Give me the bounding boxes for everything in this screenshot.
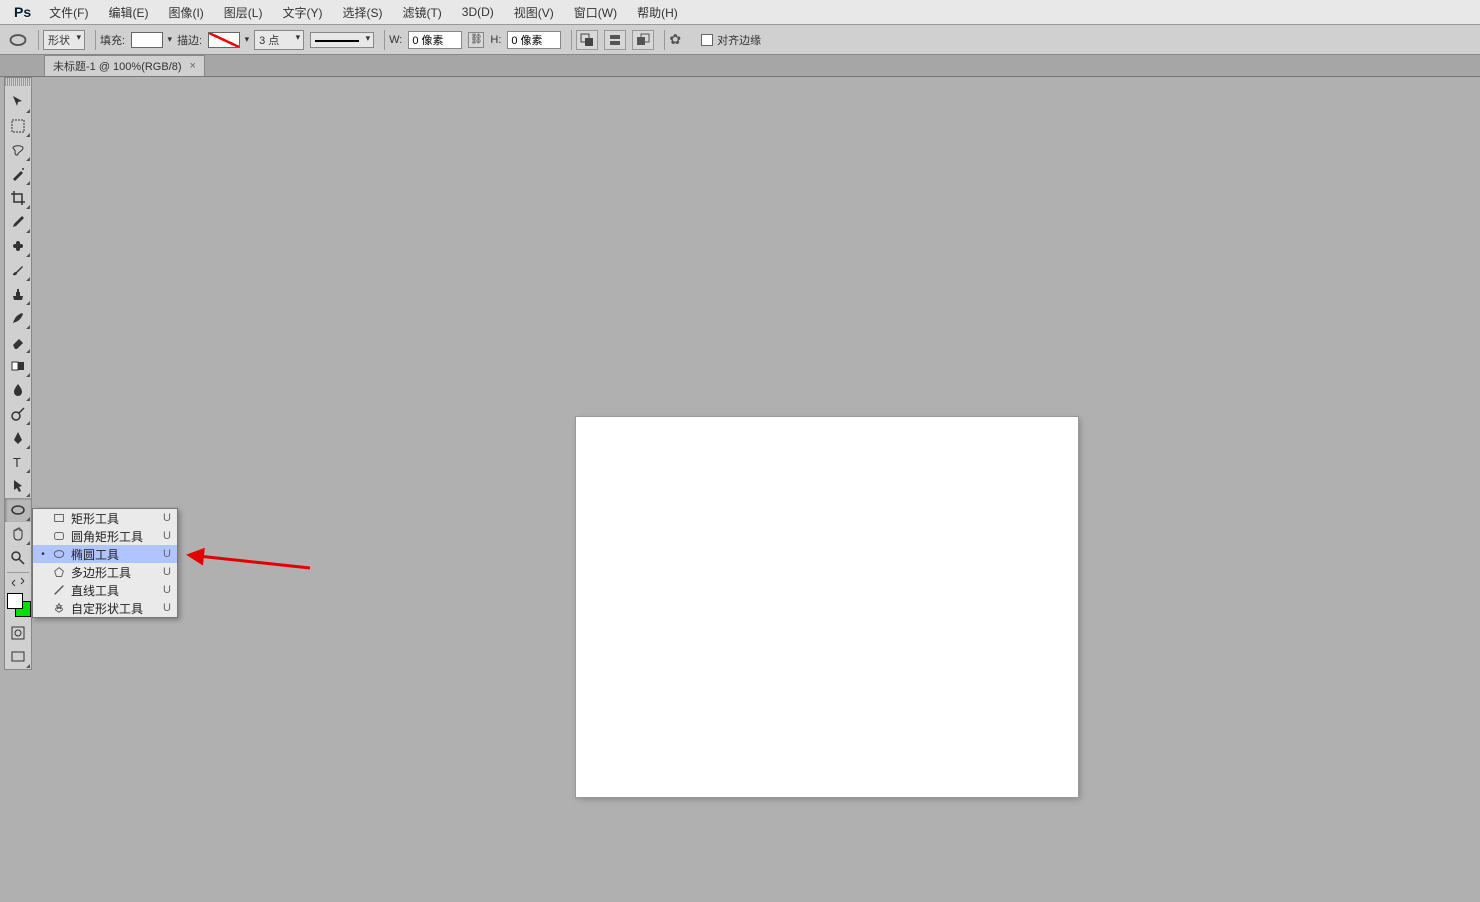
stroke-width-select[interactable]: 3 点 (254, 30, 304, 50)
shape-tool[interactable] (5, 498, 31, 522)
menu-3d[interactable]: 3D(D) (452, 1, 504, 23)
pen-tool[interactable] (5, 426, 31, 450)
flyout-shortcut: U (163, 512, 171, 524)
gear-icon[interactable]: ✿ (669, 31, 681, 48)
path-align-button[interactable] (604, 30, 626, 50)
type-tool[interactable]: T (5, 450, 31, 474)
flyout-label: 多边形工具 (71, 564, 163, 581)
crop-tool[interactable] (5, 186, 31, 210)
flyout-label: 自定形状工具 (71, 600, 163, 617)
tool-mode-select[interactable]: 形状 (43, 30, 85, 50)
flyout-item-ellipse[interactable]: • 椭圆工具U (33, 545, 177, 563)
hand-tool[interactable] (5, 522, 31, 546)
menu-file[interactable]: 文件(F) (39, 0, 98, 25)
separator (664, 30, 665, 50)
flyout-shortcut: U (163, 584, 171, 596)
color-swatches[interactable] (5, 591, 31, 621)
menu-type[interactable]: 文字(Y) (272, 0, 332, 25)
separator (38, 30, 39, 50)
zoom-tool[interactable] (5, 546, 31, 570)
healing-brush-tool[interactable] (5, 234, 31, 258)
eraser-tool[interactable] (5, 330, 31, 354)
swap-colors-icon[interactable] (5, 575, 31, 589)
current-indicator: • (39, 549, 47, 560)
menu-select[interactable]: 选择(S) (332, 0, 392, 25)
menu-layer[interactable]: 图层(L) (214, 0, 273, 25)
path-arrange-button[interactable] (632, 30, 654, 50)
quick-mask-icon[interactable] (5, 621, 31, 645)
flyout-label: 直线工具 (71, 582, 163, 599)
eyedropper-tool[interactable] (5, 210, 31, 234)
current-tool-icon (8, 30, 28, 50)
separator (95, 30, 96, 50)
custom-icon (51, 601, 67, 615)
rect-icon (51, 511, 67, 525)
document-tab[interactable]: 未标题-1 @ 100%(RGB/8) × (44, 55, 205, 76)
flyout-item-polygon[interactable]: 多边形工具U (33, 563, 177, 581)
separator (571, 30, 572, 50)
blur-tool[interactable] (5, 378, 31, 402)
flyout-item-rect[interactable]: 矩形工具U (33, 509, 177, 527)
brush-tool[interactable] (5, 258, 31, 282)
magic-wand-tool[interactable] (5, 162, 31, 186)
ellipse-icon (51, 547, 67, 561)
link-wh-icon[interactable]: ⛓ (468, 32, 484, 48)
stroke-swatch[interactable] (208, 32, 240, 48)
toolbox: T (4, 77, 32, 670)
fill-swatch[interactable] (131, 32, 163, 48)
menu-window[interactable]: 窗口(W) (564, 0, 627, 25)
flyout-item-custom[interactable]: 自定形状工具U (33, 599, 177, 617)
align-edges-label: 对齐边缘 (717, 32, 761, 48)
toolbox-grip[interactable] (5, 78, 31, 86)
polygon-icon (51, 565, 67, 579)
flyout-item-line[interactable]: 直线工具U (33, 581, 177, 599)
menu-image[interactable]: 图像(I) (158, 0, 213, 25)
document-canvas[interactable] (576, 417, 1078, 797)
flyout-shortcut: U (163, 602, 171, 614)
move-tool[interactable] (5, 90, 31, 114)
workspace (34, 77, 1480, 902)
history-brush-tool[interactable] (5, 306, 31, 330)
fill-label: 填充: (100, 32, 125, 48)
shape-tool-flyout: 矩形工具U圆角矩形工具U•椭圆工具U多边形工具U直线工具U自定形状工具U (32, 508, 178, 618)
marquee-tool[interactable] (5, 114, 31, 138)
options-bar: 形状 填充: 描边: 3 点 W: ⛓ H: ✿ 对齐边缘 (0, 25, 1480, 55)
flyout-label: 矩形工具 (71, 510, 163, 527)
document-tab-title: 未标题-1 @ 100%(RGB/8) (53, 58, 182, 74)
menu-view[interactable]: 视图(V) (504, 0, 564, 25)
height-input[interactable] (507, 31, 561, 49)
dodge-tool[interactable] (5, 402, 31, 426)
align-edges-checkbox[interactable] (701, 34, 713, 46)
svg-text:T: T (13, 455, 21, 470)
line-icon (51, 583, 67, 597)
close-icon[interactable]: × (190, 60, 196, 72)
divider (7, 572, 29, 573)
stroke-label: 描边: (177, 32, 202, 48)
menu-filter[interactable]: 滤镜(T) (392, 0, 451, 25)
screen-mode-icon[interactable] (5, 645, 31, 669)
roundrect-icon (51, 529, 67, 543)
gradient-tool[interactable] (5, 354, 31, 378)
menu-bar: Ps 文件(F) 编辑(E) 图像(I) 图层(L) 文字(Y) 选择(S) 滤… (0, 0, 1480, 25)
flyout-label: 圆角矩形工具 (71, 528, 163, 545)
foreground-color[interactable] (7, 593, 23, 609)
flyout-shortcut: U (163, 530, 171, 542)
height-label: H: (490, 34, 501, 46)
width-label: W: (389, 34, 402, 46)
path-combine-button[interactable] (576, 30, 598, 50)
menu-edit[interactable]: 编辑(E) (98, 0, 158, 25)
document-tab-bar: 未标题-1 @ 100%(RGB/8) × (0, 55, 1480, 77)
lasso-tool[interactable] (5, 138, 31, 162)
flyout-shortcut: U (163, 566, 171, 578)
clone-stamp-tool[interactable] (5, 282, 31, 306)
width-input[interactable] (408, 31, 462, 49)
flyout-label: 椭圆工具 (71, 546, 163, 563)
flyout-shortcut: U (163, 548, 171, 560)
app-logo: Ps (6, 4, 39, 20)
separator (384, 30, 385, 50)
flyout-item-roundrect[interactable]: 圆角矩形工具U (33, 527, 177, 545)
menu-help[interactable]: 帮助(H) (627, 0, 688, 25)
path-select-tool[interactable] (5, 474, 31, 498)
stroke-style-select[interactable] (310, 32, 374, 48)
